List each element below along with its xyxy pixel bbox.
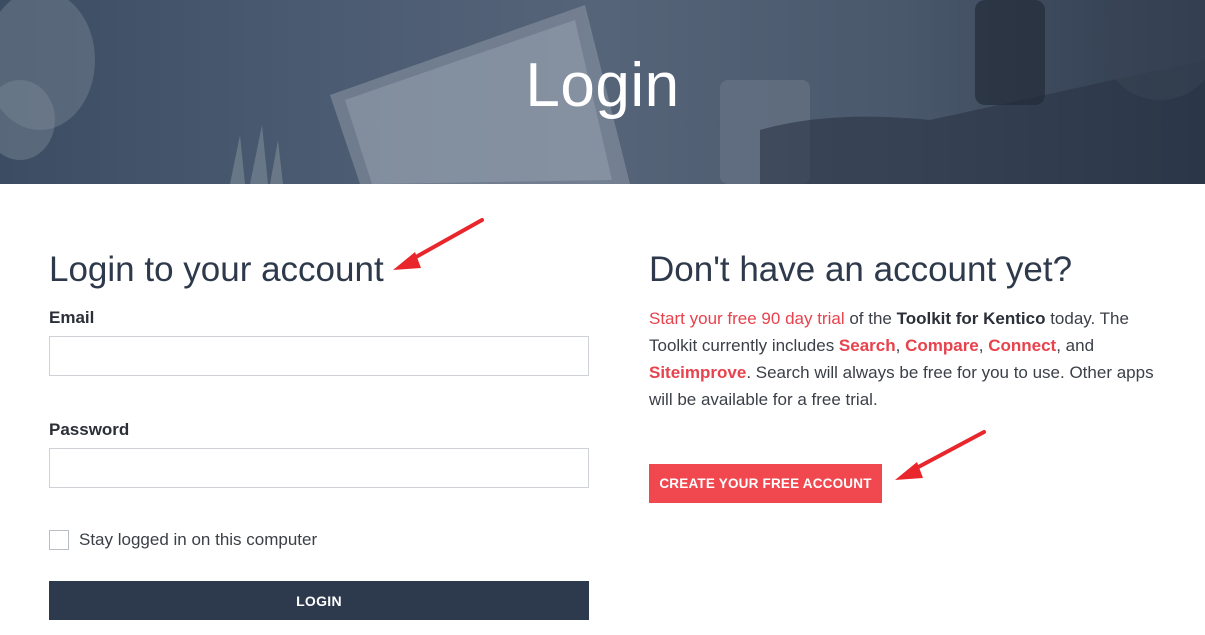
text-segment: of the <box>844 309 897 328</box>
create-account-button[interactable]: CREATE YOUR FREE ACCOUNT <box>649 464 882 503</box>
signup-heading: Don't have an account yet? <box>649 250 1073 289</box>
email-label: Email <box>49 308 95 327</box>
email-field[interactable] <box>49 336 589 376</box>
red-arrow-icon <box>895 430 986 480</box>
compare-app-link[interactable]: Compare <box>905 336 979 355</box>
search-app-link[interactable]: Search <box>839 336 896 355</box>
password-label: Password <box>49 420 130 439</box>
free-trial-link[interactable]: Start your free 90 day trial <box>649 309 845 328</box>
page-title: Login <box>525 51 680 120</box>
product-name: Toolkit for Kentico <box>896 309 1046 328</box>
password-field[interactable] <box>49 448 589 488</box>
text-segment: , <box>895 336 906 355</box>
login-heading: Login to your account <box>49 250 384 289</box>
stay-logged-in-label[interactable]: Stay logged in on this computer <box>79 530 317 550</box>
text-segment: , and <box>1056 336 1095 355</box>
hero-banner: Login <box>0 0 1205 184</box>
stay-logged-in-checkbox[interactable] <box>49 530 69 550</box>
siteimprove-app-link[interactable]: Siteimprove <box>649 363 746 382</box>
login-button[interactable]: LOGIN <box>49 581 589 620</box>
connect-app-link[interactable]: Connect <box>988 336 1056 355</box>
signup-description: Start your free 90 day trial of the Tool… <box>649 305 1154 413</box>
red-arrow-icon <box>393 218 484 270</box>
text-segment: , <box>978 336 989 355</box>
